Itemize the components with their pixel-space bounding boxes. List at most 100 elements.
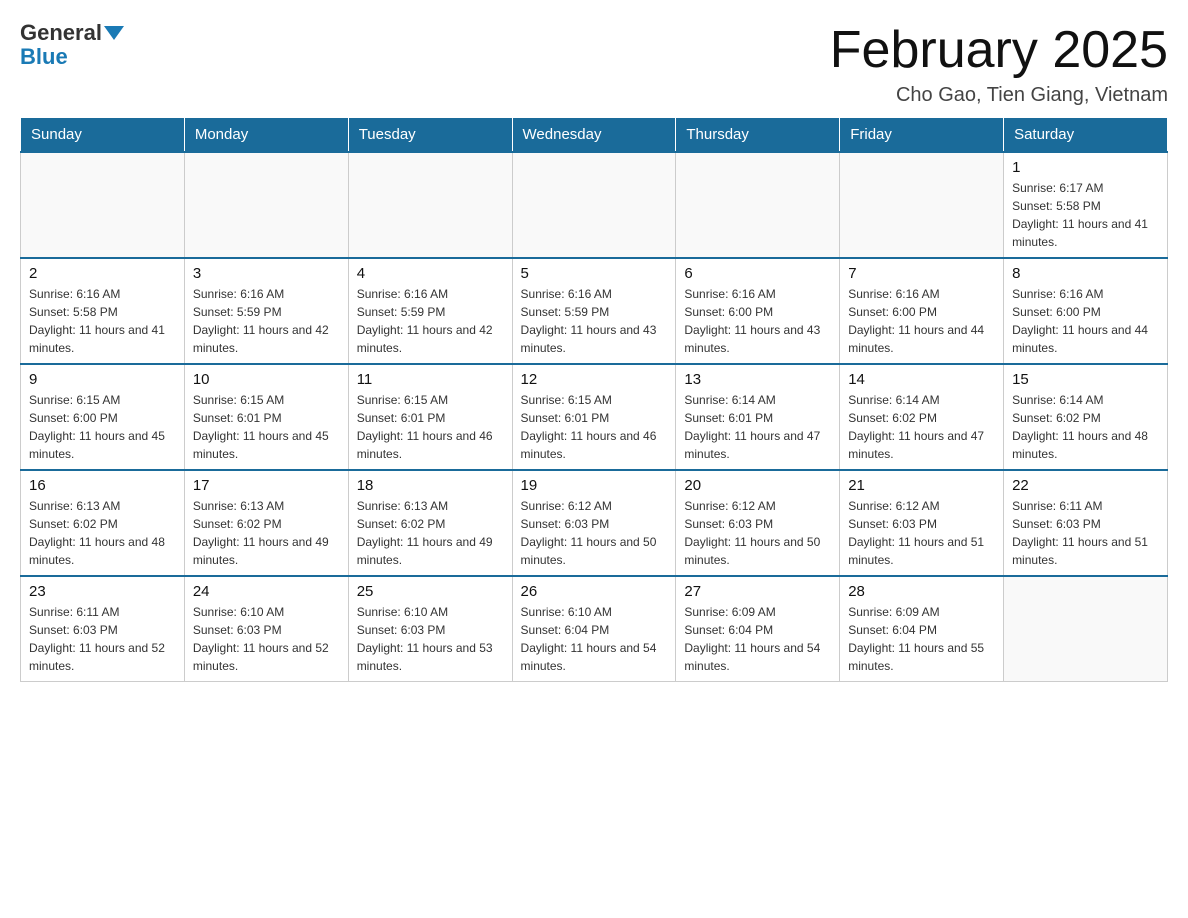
calendar-cell: 19 Sunrise: 6:12 AM Sunset: 6:03 PM Dayli…	[512, 470, 676, 576]
calendar-cell: 7 Sunrise: 6:16 AM Sunset: 6:00 PM Daylig…	[840, 258, 1004, 364]
day-info: Sunrise: 6:13 AM Sunset: 6:02 PM Dayligh…	[357, 497, 504, 569]
calendar-cell: 15 Sunrise: 6:14 AM Sunset: 6:02 PM Dayli…	[1004, 364, 1168, 470]
day-info: Sunrise: 6:13 AM Sunset: 6:02 PM Dayligh…	[29, 497, 176, 569]
day-number: 23	[29, 583, 176, 600]
day-info: Sunrise: 6:16 AM Sunset: 5:59 PM Dayligh…	[193, 285, 340, 357]
weekday-header-wednesday: Wednesday	[512, 118, 676, 153]
day-number: 21	[848, 477, 995, 494]
day-info: Sunrise: 6:15 AM Sunset: 6:00 PM Dayligh…	[29, 391, 176, 463]
day-info: Sunrise: 6:11 AM Sunset: 6:03 PM Dayligh…	[29, 603, 176, 675]
calendar-cell: 6 Sunrise: 6:16 AM Sunset: 6:00 PM Daylig…	[676, 258, 840, 364]
week-row-3: 9 Sunrise: 6:15 AM Sunset: 6:00 PM Daylig…	[21, 364, 1168, 470]
day-info: Sunrise: 6:11 AM Sunset: 6:03 PM Dayligh…	[1012, 497, 1159, 569]
day-number: 25	[357, 583, 504, 600]
calendar-cell: 20 Sunrise: 6:12 AM Sunset: 6:03 PM Dayli…	[676, 470, 840, 576]
day-number: 20	[684, 477, 831, 494]
calendar-cell	[840, 152, 1004, 258]
day-info: Sunrise: 6:12 AM Sunset: 6:03 PM Dayligh…	[848, 497, 995, 569]
day-number: 14	[848, 371, 995, 388]
calendar-cell: 4Sunrise: 6:16 AM Sunset: 5:59 PM Daylig…	[348, 258, 512, 364]
day-info: Sunrise: 6:12 AM Sunset: 6:03 PM Dayligh…	[684, 497, 831, 569]
day-number: 15	[1012, 371, 1159, 388]
day-info: Sunrise: 6:16 AM Sunset: 5:58 PM Dayligh…	[29, 285, 176, 357]
calendar-cell: 5Sunrise: 6:16 AM Sunset: 5:59 PM Daylig…	[512, 258, 676, 364]
day-number: 7	[848, 265, 995, 282]
day-number: 1	[1012, 159, 1159, 176]
calendar-cell: 26 Sunrise: 6:10 AM Sunset: 6:04 PM Dayli…	[512, 576, 676, 682]
calendar-subtitle: Cho Gao, Tien Giang, Vietnam	[830, 84, 1168, 107]
calendar-cell: 12 Sunrise: 6:15 AM Sunset: 6:01 PM Dayli…	[512, 364, 676, 470]
weekday-header-saturday: Saturday	[1004, 118, 1168, 153]
calendar-cell: 14 Sunrise: 6:14 AM Sunset: 6:02 PM Dayli…	[840, 364, 1004, 470]
day-number: 12	[521, 371, 668, 388]
title-section: February 2025 Cho Gao, Tien Giang, Vietn…	[830, 20, 1168, 107]
day-number: 24	[193, 583, 340, 600]
calendar-cell: 25 Sunrise: 6:10 AM Sunset: 6:03 PM Dayli…	[348, 576, 512, 682]
calendar-cell	[348, 152, 512, 258]
day-info: Sunrise: 6:14 AM Sunset: 6:02 PM Dayligh…	[848, 391, 995, 463]
day-number: 16	[29, 477, 176, 494]
day-number: 9	[29, 371, 176, 388]
logo-arrow-icon	[104, 26, 124, 40]
calendar-cell: 18 Sunrise: 6:13 AM Sunset: 6:02 PM Dayli…	[348, 470, 512, 576]
day-number: 17	[193, 477, 340, 494]
day-number: 2	[29, 265, 176, 282]
day-info: Sunrise: 6:16 AM Sunset: 6:00 PM Dayligh…	[1012, 285, 1159, 357]
calendar-table: SundayMondayTuesdayWednesdayThursdayFrid…	[20, 117, 1168, 682]
weekday-header-row: SundayMondayTuesdayWednesdayThursdayFrid…	[21, 118, 1168, 153]
weekday-header-tuesday: Tuesday	[348, 118, 512, 153]
day-info: Sunrise: 6:09 AM Sunset: 6:04 PM Dayligh…	[848, 603, 995, 675]
calendar-cell: 13 Sunrise: 6:14 AM Sunset: 6:01 PM Dayli…	[676, 364, 840, 470]
week-row-4: 16 Sunrise: 6:13 AM Sunset: 6:02 PM Dayli…	[21, 470, 1168, 576]
weekday-header-friday: Friday	[840, 118, 1004, 153]
logo-general: General	[20, 20, 124, 46]
weekday-header-thursday: Thursday	[676, 118, 840, 153]
day-number: 19	[521, 477, 668, 494]
week-row-2: 2 Sunrise: 6:16 AM Sunset: 5:58 PM Daylig…	[21, 258, 1168, 364]
calendar-cell: 1 Sunrise: 6:17 AM Sunset: 5:58 PM Daylig…	[1004, 152, 1168, 258]
day-info: Sunrise: 6:10 AM Sunset: 6:03 PM Dayligh…	[357, 603, 504, 675]
calendar-cell: 2 Sunrise: 6:16 AM Sunset: 5:58 PM Daylig…	[21, 258, 185, 364]
week-row-5: 23 Sunrise: 6:11 AM Sunset: 6:03 PM Dayli…	[21, 576, 1168, 682]
day-number: 26	[521, 583, 668, 600]
day-info: Sunrise: 6:15 AM Sunset: 6:01 PM Dayligh…	[193, 391, 340, 463]
weekday-header-monday: Monday	[184, 118, 348, 153]
calendar-cell	[21, 152, 185, 258]
calendar-cell: 24 Sunrise: 6:10 AM Sunset: 6:03 PM Dayli…	[184, 576, 348, 682]
calendar-title: February 2025	[830, 20, 1168, 80]
day-info: Sunrise: 6:17 AM Sunset: 5:58 PM Dayligh…	[1012, 179, 1159, 251]
calendar-cell: 10 Sunrise: 6:15 AM Sunset: 6:01 PM Dayli…	[184, 364, 348, 470]
day-info: Sunrise: 6:13 AM Sunset: 6:02 PM Dayligh…	[193, 497, 340, 569]
calendar-cell	[512, 152, 676, 258]
day-info: Sunrise: 6:09 AM Sunset: 6:04 PM Dayligh…	[684, 603, 831, 675]
day-number: 13	[684, 371, 831, 388]
day-info: Sunrise: 6:16 AM Sunset: 6:00 PM Dayligh…	[684, 285, 831, 357]
day-info: Sunrise: 6:16 AM Sunset: 6:00 PM Dayligh…	[848, 285, 995, 357]
calendar-cell: 27 Sunrise: 6:09 AM Sunset: 6:04 PM Dayli…	[676, 576, 840, 682]
day-info: Sunrise: 6:14 AM Sunset: 6:01 PM Dayligh…	[684, 391, 831, 463]
calendar-cell: 23 Sunrise: 6:11 AM Sunset: 6:03 PM Dayli…	[21, 576, 185, 682]
day-info: Sunrise: 6:16 AM Sunset: 5:59 PM Dayligh…	[357, 285, 504, 357]
calendar-cell: 8Sunrise: 6:16 AM Sunset: 6:00 PM Daylig…	[1004, 258, 1168, 364]
logo: General Blue	[20, 20, 124, 70]
day-info: Sunrise: 6:10 AM Sunset: 6:04 PM Dayligh…	[521, 603, 668, 675]
logo-blue-text: Blue	[20, 44, 68, 70]
day-info: Sunrise: 6:14 AM Sunset: 6:02 PM Dayligh…	[1012, 391, 1159, 463]
day-number: 18	[357, 477, 504, 494]
logo-general-text: General	[20, 20, 102, 46]
calendar-cell	[1004, 576, 1168, 682]
day-number: 28	[848, 583, 995, 600]
day-number: 27	[684, 583, 831, 600]
calendar-cell: 22 Sunrise: 6:11 AM Sunset: 6:03 PM Dayli…	[1004, 470, 1168, 576]
day-number: 22	[1012, 477, 1159, 494]
day-info: Sunrise: 6:12 AM Sunset: 6:03 PM Dayligh…	[521, 497, 668, 569]
page-header: General Blue February 2025 Cho Gao, Tien…	[20, 20, 1168, 107]
day-number: 10	[193, 371, 340, 388]
calendar-cell	[676, 152, 840, 258]
calendar-cell	[184, 152, 348, 258]
day-number: 6	[684, 265, 831, 282]
day-info: Sunrise: 6:15 AM Sunset: 6:01 PM Dayligh…	[521, 391, 668, 463]
day-info: Sunrise: 6:10 AM Sunset: 6:03 PM Dayligh…	[193, 603, 340, 675]
day-number: 11	[357, 371, 504, 388]
calendar-cell: 17 Sunrise: 6:13 AM Sunset: 6:02 PM Dayli…	[184, 470, 348, 576]
